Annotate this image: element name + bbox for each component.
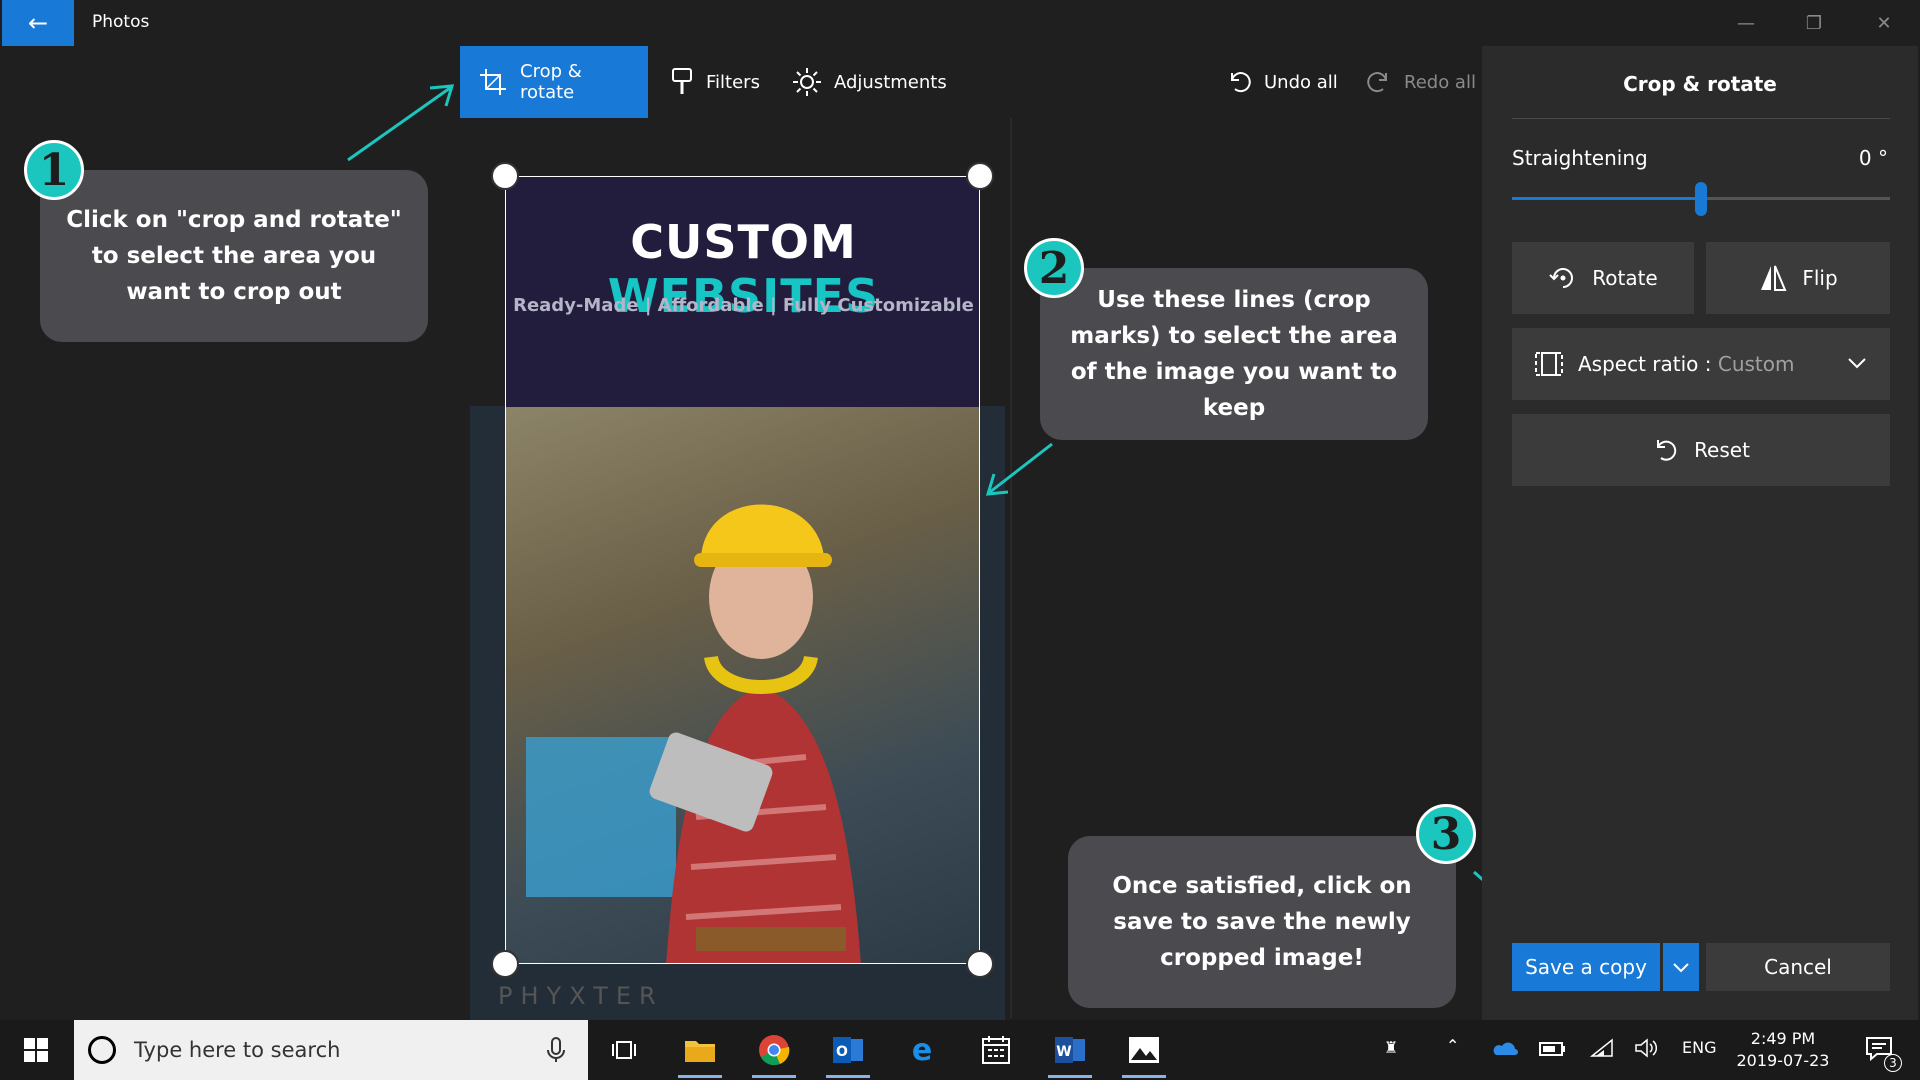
crop-rotate-panel: Crop & rotate Straightening 0 ° Rotate F… xyxy=(1482,46,1918,1020)
calendar-icon xyxy=(982,1036,1010,1064)
panel-title: Crop & rotate xyxy=(1623,72,1777,96)
aspect-ratio-value: Custom xyxy=(1717,352,1795,376)
cortana-icon xyxy=(88,1036,116,1064)
clock-date: 2019-07-23 xyxy=(1736,1051,1830,1070)
reset-icon xyxy=(1657,440,1677,461)
taskbar-chrome[interactable] xyxy=(748,1028,800,1078)
chrome-icon xyxy=(759,1035,790,1066)
rotate-icon xyxy=(1549,268,1574,288)
action-center-button[interactable]: 3 xyxy=(1854,1028,1906,1072)
chevron-up-icon[interactable]: ⌃ xyxy=(1446,1036,1459,1055)
slider-thumb[interactable] xyxy=(1695,182,1707,216)
save-copy-button[interactable]: Save a copy xyxy=(1512,943,1660,991)
flip-icon xyxy=(1761,265,1787,291)
onedrive-icon[interactable] xyxy=(1490,1038,1518,1056)
taskbar: Type here to search O e W ♜ ⌃ ENG 2:49 P… xyxy=(0,1020,1920,1080)
taskbar-outlook[interactable]: O xyxy=(822,1028,874,1078)
straightening-slider[interactable] xyxy=(1512,182,1890,216)
folder-icon xyxy=(685,1041,715,1062)
people-icon[interactable]: ♜ xyxy=(1384,1038,1398,1057)
reset-button[interactable]: Reset xyxy=(1512,414,1890,486)
chevron-down-icon xyxy=(1848,358,1866,369)
rotate-label: Rotate xyxy=(1592,266,1658,290)
svg-text:e: e xyxy=(912,1034,932,1066)
volume-icon[interactable] xyxy=(1634,1038,1658,1058)
battery-icon[interactable] xyxy=(1538,1038,1566,1058)
chevron-down-icon xyxy=(1673,963,1689,973)
task-view-icon xyxy=(612,1041,636,1059)
taskbar-word[interactable]: W xyxy=(1044,1028,1096,1078)
flip-button[interactable]: Flip xyxy=(1706,242,1890,314)
reset-label: Reset xyxy=(1694,438,1750,462)
straightening-label: Straightening xyxy=(1512,146,1648,170)
clock[interactable]: 2:49 PM 2019-07-23 xyxy=(1718,1028,1848,1072)
taskbar-calendar[interactable] xyxy=(970,1028,1022,1072)
start-button[interactable] xyxy=(10,1028,62,1072)
slider-fill xyxy=(1512,197,1701,200)
taskbar-search[interactable]: Type here to search xyxy=(74,1020,588,1080)
flip-label: Flip xyxy=(1802,266,1838,290)
aspect-ratio-label: Aspect ratio : xyxy=(1578,352,1718,376)
microphone-icon[interactable] xyxy=(546,1036,566,1064)
taskbar-file-explorer[interactable] xyxy=(674,1028,726,1078)
aspect-ratio-icon xyxy=(1535,352,1563,376)
edge-icon: e xyxy=(912,1034,932,1066)
clock-time: 2:49 PM xyxy=(1750,1029,1816,1048)
svg-text:O: O xyxy=(836,1044,848,1060)
language-indicator[interactable]: ENG xyxy=(1682,1038,1716,1057)
straightening-value: 0 ° xyxy=(1858,146,1888,170)
word-icon: W xyxy=(1055,1037,1085,1063)
windows-logo-icon xyxy=(24,1038,48,1062)
notification-count: 3 xyxy=(1884,1054,1902,1072)
outlook-icon: O xyxy=(833,1037,863,1063)
panel-divider xyxy=(1512,118,1890,119)
wifi-icon[interactable] xyxy=(1590,1038,1614,1058)
task-view-button[interactable] xyxy=(598,1028,650,1072)
rotate-button[interactable]: Rotate xyxy=(1512,242,1694,314)
search-placeholder: Type here to search xyxy=(134,1038,341,1062)
save-options-button[interactable] xyxy=(1663,943,1699,991)
taskbar-photos[interactable] xyxy=(1118,1028,1170,1078)
aspect-ratio-dropdown[interactable]: Aspect ratio : Custom xyxy=(1512,328,1890,400)
taskbar-edge[interactable]: e xyxy=(896,1028,948,1072)
svg-text:W: W xyxy=(1056,1044,1071,1060)
cancel-button[interactable]: Cancel xyxy=(1706,943,1890,991)
photos-icon xyxy=(1129,1037,1159,1063)
